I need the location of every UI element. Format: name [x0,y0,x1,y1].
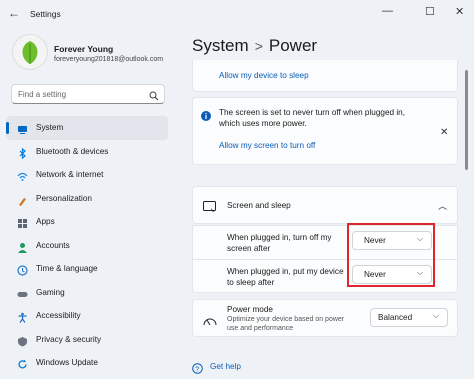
power-mode-dropdown[interactable]: Balanced ⌵ [370,308,448,327]
close-button[interactable]: ✕ [455,5,464,18]
sleep-warning-card: Allow my device to sleep [192,60,458,92]
dismiss-icon[interactable]: ✕ [440,127,448,138]
sidebar-item-label: Network & internet [36,170,104,179]
page-title: System > Power [192,36,317,56]
maximize-button[interactable]: ☐ [425,5,435,18]
controller-icon [17,287,28,298]
notice-text: The screen is set to never turn off when… [219,108,405,128]
sidebar-item-accessibility[interactable]: Accessibility [6,304,168,328]
accessibility-icon [17,310,28,323]
person-icon [17,240,28,253]
sidebar-nav: System Bluetooth & devices Network & inter… [6,116,168,375]
scrollbar[interactable] [465,70,468,170]
sidebar-item-label: Privacy & security [36,334,102,344]
sidebar-item-label: Bluetooth & devices [36,146,109,156]
monitor-icon [17,122,28,134]
selection-indicator [6,122,9,134]
avatar[interactable] [12,34,48,70]
search-placeholder: Find a setting [18,90,67,99]
title-bar: ← Settings — ☐ ✕ [0,0,474,28]
screen-sleep-header[interactable]: Screen and sleep ︿ [192,186,458,224]
sidebar-item-personalization[interactable]: Personalization [6,187,168,211]
user-email: foreveryoung201818@outlook.com [54,56,164,63]
highlight-box [347,223,435,287]
screen-sleep-icon [203,200,217,218]
bluetooth-icon [17,146,28,159]
sidebar-item-label: Accessibility [36,311,81,320]
search-icon[interactable] [149,88,159,106]
sidebar-item-label: Apps [36,217,55,226]
shield-icon [17,334,28,346]
globe-clock-icon [17,263,28,276]
sidebar-item-apps[interactable]: Apps [6,210,168,234]
sidebar-item-windows-update[interactable]: Windows Update [6,351,168,375]
sidebar-item-privacy-security[interactable]: Privacy & security [6,328,168,352]
sidebar-item-label: System [36,123,64,132]
back-button[interactable]: ← [8,6,20,20]
sidebar-item-label: Time & language [36,264,98,273]
sleep-label: When plugged in, put my device to sleep … [227,267,344,287]
sidebar-item-network-internet[interactable]: Network & internet [6,163,168,187]
power-mode-value: Balanced [378,313,413,322]
sidebar-item-system[interactable]: System [6,116,168,140]
power-mode-icon [203,313,217,331]
sidebar-item-label: Gaming [36,287,65,297]
help-icon: ? [192,361,203,379]
allow-sleep-link[interactable]: Allow my device to sleep [219,71,309,80]
screen-warning-card: The screen is set to never turn off when… [192,97,458,165]
power-mode-title: Power mode [227,305,273,314]
user-name: Forever Young [54,44,114,54]
app-title: Settings [30,9,61,19]
screen-off-label: When plugged in, turn off my screen afte… [227,233,332,253]
get-help-link[interactable]: Get help [210,362,241,371]
allow-screen-off-link[interactable]: Allow my screen to turn off [219,141,315,150]
collapse-chevron-icon[interactable]: ︿ [438,199,447,212]
sidebar-item-accounts[interactable]: Accounts [6,234,168,258]
sidebar-item-time-language[interactable]: Time & language [6,257,168,281]
sidebar-item-label: Accounts [36,240,70,250]
apps-icon [17,216,28,228]
sidebar-item-label: Personalization [36,193,92,203]
svg-text:?: ? [195,366,199,373]
search-input[interactable]: Find a setting [11,84,165,104]
breadcrumb-parent[interactable]: System [192,36,249,55]
power-mode-desc: Optimize your device based on power use … [227,316,345,332]
minimize-button[interactable]: — [382,5,393,17]
wifi-icon [17,169,28,181]
chevron-down-icon: ⌵ [432,311,439,320]
brush-icon [17,193,28,206]
screen-sleep-title: Screen and sleep [227,201,291,210]
update-icon [17,357,28,369]
breadcrumb-separator: > [254,38,263,54]
breadcrumb-current: Power [268,36,318,55]
sidebar-item-gaming[interactable]: Gaming [6,281,168,305]
info-icon [201,108,211,126]
sidebar-item-label: Windows Update [36,358,98,367]
sidebar-item-bluetooth-devices[interactable]: Bluetooth & devices [6,140,168,164]
